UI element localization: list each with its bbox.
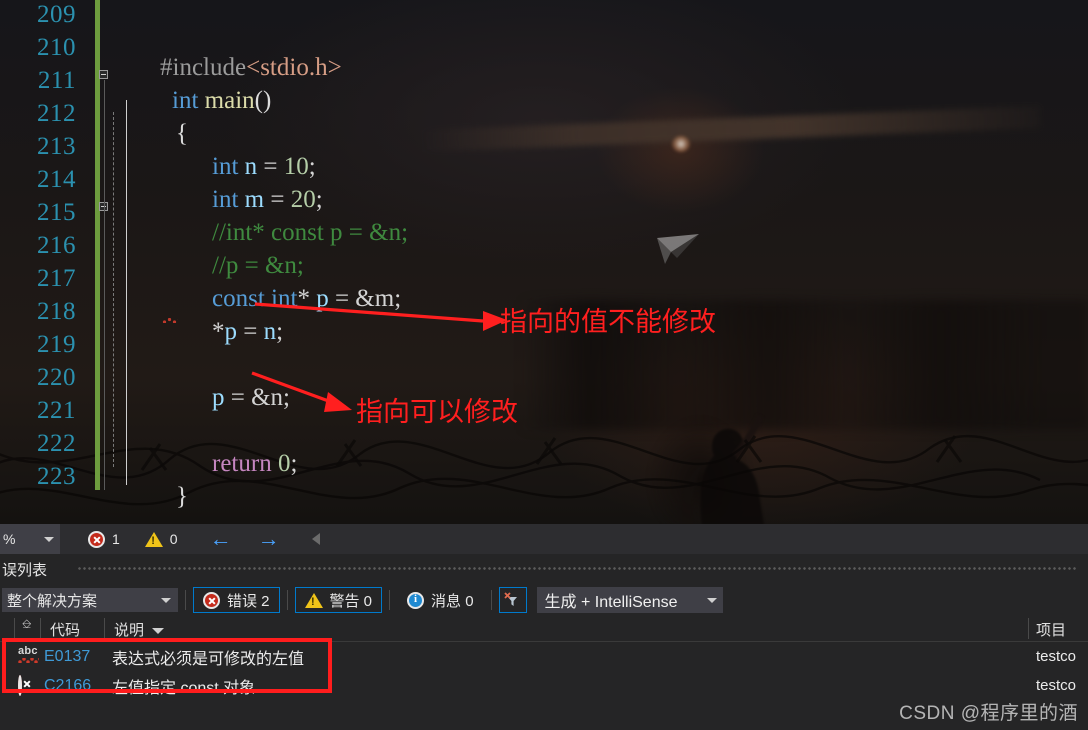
row-description: 表达式必须是可修改的左值 [112, 650, 305, 668]
chevron-down-icon [44, 536, 54, 542]
panel-title: 误列表 [2, 561, 48, 579]
line-number: 222 [37, 430, 76, 457]
drag-grip[interactable] [78, 567, 1078, 572]
line-number: 221 [37, 397, 76, 424]
error-list-titlebar: 误列表 [0, 554, 1088, 584]
status-error-count[interactable]: 1 [88, 530, 120, 548]
warning-icon [304, 592, 323, 608]
column-header-code[interactable]: 代码 [50, 619, 80, 640]
annotation-label-1: 指向的值不能修改 [500, 307, 716, 338]
scope-filter-dropdown[interactable]: 整个解决方案 [2, 588, 178, 612]
column-header-project[interactable]: 项目 [1036, 619, 1066, 640]
toggle-messages-button[interactable]: 消息 0 [397, 587, 484, 613]
error-squiggle [162, 318, 178, 323]
row-code: C2166 [44, 676, 92, 694]
line-number: 215 [37, 199, 76, 226]
line-number: 210 [37, 34, 76, 61]
clear-filter-button[interactable] [498, 587, 527, 613]
line-number: 219 [37, 331, 76, 358]
build-filter-dropdown[interactable]: 生成 + IntelliSense [536, 587, 723, 613]
row-description: 左值指定 const 对象 [112, 679, 256, 697]
code-line-223: } [126, 459, 188, 524]
zoom-level-value: % [3, 531, 16, 547]
collapse-left-icon[interactable] [311, 533, 320, 545]
clear-filter-icon [504, 591, 518, 606]
chevron-down-icon [706, 597, 717, 603]
token: p [212, 384, 231, 411]
token: * [212, 318, 225, 345]
line-number: 223 [37, 463, 76, 490]
editor-status-bar: % 1 0 ← → [0, 524, 1088, 554]
token: return [212, 450, 278, 477]
token: () [254, 87, 272, 114]
token: p [224, 318, 244, 345]
error-list-rows: abc E0137 表达式必须是可修改的左值 testco C2166 左值指定… [0, 642, 1088, 700]
chevron-down-icon [161, 597, 171, 603]
token: 0 [277, 450, 291, 477]
line-number: 214 [37, 166, 76, 193]
line-number: 213 [37, 133, 76, 160]
annotation-label-2: 指向可以修改 [356, 397, 518, 428]
line-number-gutter: 209 210 211 212 213 214 215 216 217 218 … [0, 0, 88, 524]
error-list-toolbar: 整个解决方案 错误 2 警告 0 消息 0 [0, 584, 1088, 616]
code-editor[interactable]: 209 210 211 212 213 214 215 216 217 218 … [0, 0, 1088, 524]
warning-icon [144, 531, 163, 547]
compiler-error-icon [18, 675, 22, 696]
status-warning-count[interactable]: 0 [144, 531, 178, 547]
toolbar-divider [389, 590, 391, 610]
code-text-area[interactable]: #include<stdio.h> int main() { int n = 1… [104, 0, 1088, 524]
line-number: 216 [37, 232, 76, 259]
error-list-header: ⎒ 代码 说明 项目 [0, 616, 1088, 642]
toolbar-divider [286, 590, 288, 610]
line-number: 218 [37, 298, 76, 325]
info-icon [407, 591, 425, 609]
status-error-count-value: 1 [112, 531, 120, 547]
annotation-arrow-2 [251, 371, 352, 412]
line-number: 209 [37, 1, 76, 28]
table-row[interactable]: abc E0137 表达式必须是可修改的左值 testco [0, 642, 1088, 671]
error-icon [88, 530, 105, 548]
watermark: CSDN @程序里的酒 [899, 703, 1078, 724]
annotation-arrow-1 [254, 302, 507, 331]
token: ; [290, 450, 298, 477]
error-icon [203, 591, 220, 609]
token: main [204, 87, 255, 114]
status-warning-count-value: 0 [169, 531, 178, 547]
line-number: 220 [37, 364, 76, 391]
token: } [176, 483, 188, 510]
toggle-errors-label: 错误 2 [227, 592, 270, 610]
navigate-back-icon[interactable]: ← [210, 528, 232, 550]
line-number: 217 [37, 265, 76, 292]
column-header-desc-label: 说明 [114, 622, 145, 639]
column-header-icon[interactable]: ⎒ [22, 617, 31, 632]
row-code: E0137 [44, 647, 91, 665]
row-project: testco [1036, 648, 1077, 665]
build-filter-value: 生成 + IntelliSense [544, 594, 678, 611]
token: = [230, 384, 252, 411]
table-row[interactable]: C2166 左值指定 const 对象 testco [0, 671, 1088, 700]
sort-descending-icon [152, 628, 165, 635]
column-header-desc[interactable]: 说明 [114, 619, 165, 640]
row-project: testco [1036, 677, 1077, 694]
toolbar-divider [490, 590, 492, 610]
scope-filter-value: 整个解决方案 [7, 592, 98, 610]
line-number: 212 [37, 100, 76, 127]
navigate-forward-icon[interactable]: → [258, 528, 280, 550]
zoom-level-dropdown[interactable]: % [0, 524, 60, 554]
line-number: 211 [37, 67, 76, 94]
app-window: 209 210 211 212 213 214 215 216 217 218 … [0, 0, 1088, 730]
toolbar-divider [185, 590, 186, 610]
toggle-warnings-label: 警告 0 [329, 592, 373, 610]
toggle-warnings-button[interactable]: 警告 0 [294, 587, 383, 613]
toggle-errors-button[interactable]: 错误 2 [193, 587, 280, 613]
toggle-messages-label: 消息 0 [431, 592, 474, 610]
